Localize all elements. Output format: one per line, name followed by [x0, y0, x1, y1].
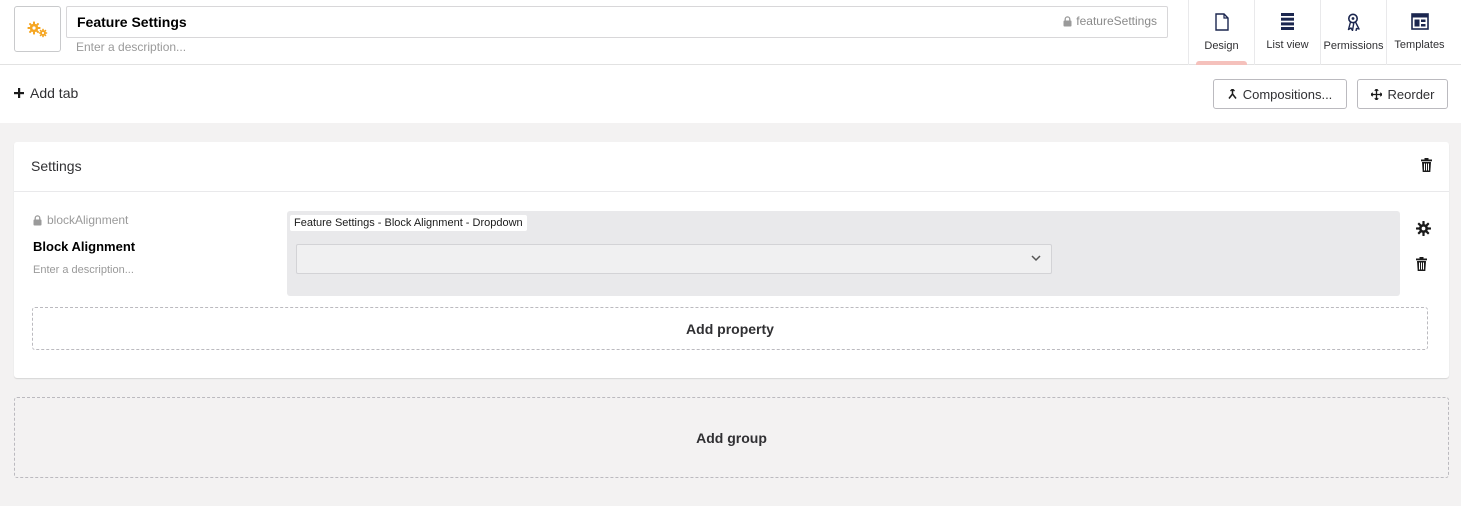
templates-icon	[1410, 13, 1429, 30]
group-title[interactable]: Settings	[31, 158, 82, 174]
app-label: Templates	[1394, 39, 1445, 51]
document-icon	[1214, 13, 1229, 31]
add-tab-label: Add tab	[30, 85, 79, 101]
app-label: Permissions	[1323, 40, 1384, 52]
editor-apps: Design List view Permissions Templates	[1188, 0, 1452, 65]
editor-header: Feature Settings featureSettings Enter a…	[0, 0, 1461, 65]
document-type-name: Feature Settings	[77, 14, 187, 30]
dropdown-preview	[296, 244, 1052, 274]
property-settings-button[interactable]	[1416, 221, 1431, 241]
gear-icon	[1416, 221, 1431, 236]
cogs-icon	[27, 21, 47, 38]
merge-icon	[1228, 89, 1237, 99]
lock-icon	[33, 214, 42, 225]
editor-datatype-label: Feature Settings - Block Alignment - Dro…	[290, 215, 527, 231]
app-list-view[interactable]: List view	[1254, 0, 1320, 65]
compositions-label: Compositions...	[1242, 86, 1333, 102]
chevron-down-icon	[1031, 255, 1041, 262]
alias-field[interactable]: featureSettings	[1063, 14, 1157, 28]
delete-group-button[interactable]	[1421, 158, 1432, 177]
list-icon	[1281, 13, 1294, 30]
app-label: Design	[1204, 40, 1239, 52]
property-alias[interactable]: blockAlignment	[33, 213, 128, 227]
app-permissions[interactable]: Permissions	[1320, 0, 1386, 65]
property-group: Settings blockAlignment Block Alignment …	[14, 142, 1449, 378]
property-description-input[interactable]: Enter a description...	[33, 264, 134, 276]
plus-icon	[14, 88, 24, 98]
add-tab-button[interactable]: Add tab	[14, 85, 78, 101]
document-type-icon-picker[interactable]	[14, 6, 61, 52]
add-property-button[interactable]: Add property	[32, 307, 1428, 350]
app-label: List view	[1266, 39, 1309, 51]
reorder-button[interactable]: Reorder	[1357, 79, 1448, 109]
permissions-icon	[1347, 13, 1360, 31]
compositions-button[interactable]: Compositions...	[1213, 79, 1347, 109]
design-toolbar: Add tab Compositions... Reorder	[0, 65, 1461, 123]
alias-text: featureSettings	[1076, 14, 1157, 28]
trash-icon	[1416, 257, 1427, 271]
trash-icon	[1421, 158, 1432, 172]
group-header: Settings	[14, 142, 1449, 192]
delete-property-button[interactable]	[1416, 257, 1427, 276]
app-design[interactable]: Design	[1188, 0, 1254, 65]
property-editor-preview[interactable]: Feature Settings - Block Alignment - Dro…	[287, 211, 1400, 296]
app-templates[interactable]: Templates	[1386, 0, 1452, 65]
reorder-label: Reorder	[1387, 86, 1435, 102]
property-alias-text: blockAlignment	[47, 213, 129, 227]
move-arrows-icon	[1370, 88, 1382, 100]
lock-icon	[1063, 15, 1072, 26]
add-group-button[interactable]: Add group	[14, 397, 1449, 478]
document-type-description-input[interactable]: Enter a description...	[76, 40, 186, 54]
document-type-name-input[interactable]: Feature Settings featureSettings	[66, 6, 1168, 38]
property-name[interactable]: Block Alignment	[33, 239, 135, 254]
